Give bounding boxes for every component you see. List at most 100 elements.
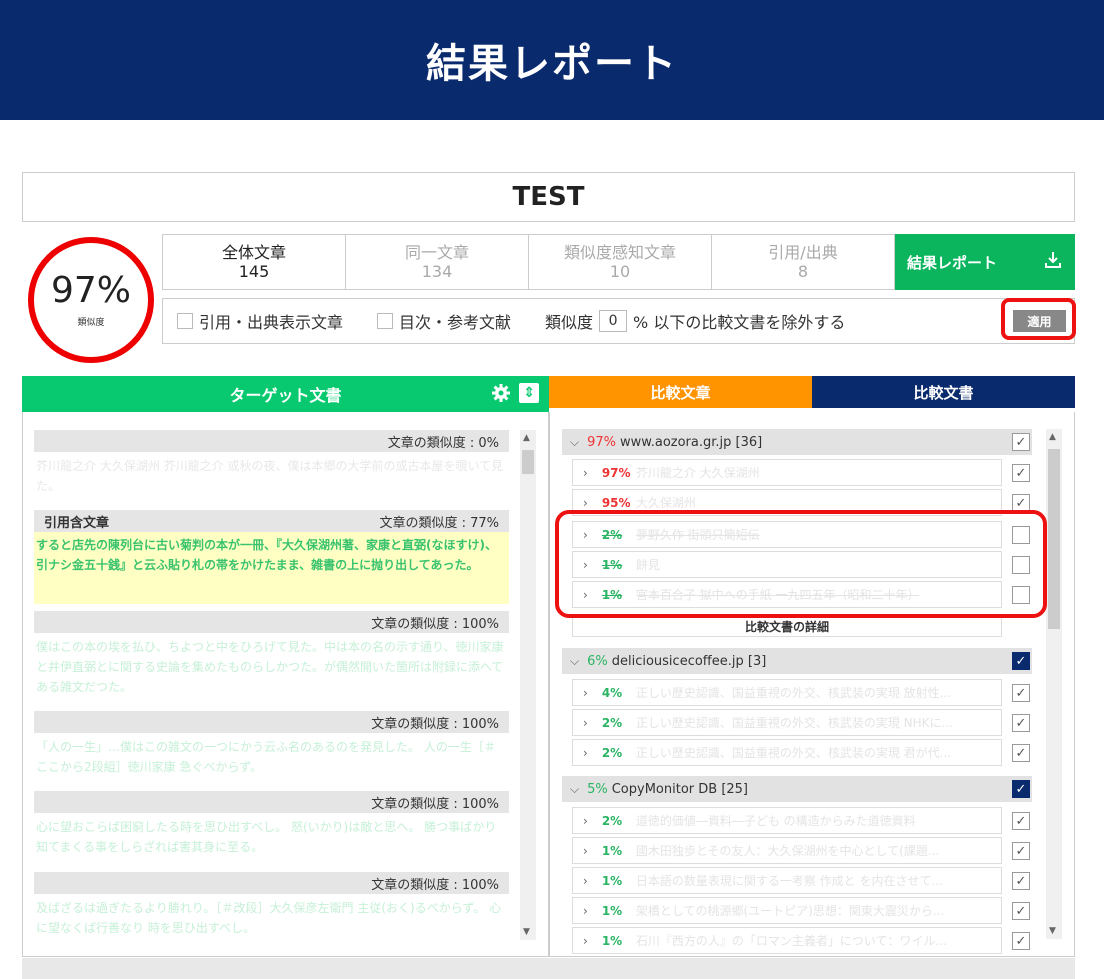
toc-checkbox[interactable] — [377, 313, 394, 329]
stat-label: 引用/出典 — [768, 242, 838, 262]
source-checkbox[interactable]: ✓ — [1012, 433, 1030, 451]
sentence-block-header: 引用含文章 文章の類似度 : 77% — [34, 510, 509, 532]
chevron-down-icon[interactable]: ⌵ — [570, 782, 579, 797]
item-checkbox[interactable]: ✓ — [1012, 932, 1030, 950]
compare-scrollbar[interactable]: ▲ ▼ — [1046, 429, 1062, 939]
sentence-block-text[interactable]: 芥川龍之介 大久保湖州 芥川龍之介 或秋の夜、僕は本郷の大学前の或古本屋を覗いて… — [34, 456, 509, 496]
source-item[interactable]: › 4% 正しい歴史認識、国益重視の外交、核武装の実現 放射性... — [572, 679, 1002, 706]
chevron-right-icon[interactable]: › — [583, 814, 588, 828]
block-similarity: 文章の類似度 : 77% — [379, 515, 499, 531]
stat-total-sentences[interactable]: 全体文章 145 — [163, 235, 346, 289]
source-item[interactable]: › 1% 架橋としての桃源郷(ユートピア)思想：関東大震災から... — [572, 897, 1002, 924]
sentence-block-text[interactable]: 「人の一生」…僕はこの雑文の一つにかう云ふ名のあるのを発見した。 人の一生［＃こ… — [34, 737, 509, 777]
quoted-sentence-text[interactable]: すると店先の陳列台に古い菊判の本が一冊、『大久保湖州著、家康と直弼(なほすけ)、… — [34, 532, 509, 604]
source-group-header[interactable]: ⌵ 97% www.aozora.gr.jp [36] — [562, 429, 1032, 455]
source-item[interactable]: › 1% 石川『西方の人』の「ロマン主義者」について：ワイル... — [572, 927, 1002, 954]
block-label: 引用含文章 — [44, 515, 110, 531]
source-item[interactable]: › 2% 正しい歴史認識、国益重視の外交、核武装の実現 君が代... — [572, 739, 1002, 766]
item-checkbox[interactable]: ✓ — [1012, 812, 1030, 830]
stat-similar-sentences[interactable]: 類似度感知文章 10 — [529, 235, 712, 289]
stat-value: 8 — [797, 262, 809, 281]
block-similarity: 文章の類似度 : 100% — [371, 877, 499, 893]
source-item[interactable]: › 97% 芥川龍之介 大久保湖州 — [572, 459, 1002, 486]
item-title: 國木田独歩とその友人：大久保湖州を中心として(課題... — [635, 844, 940, 858]
block-similarity: 文章の類似度 : 100% — [371, 616, 499, 632]
item-checkbox[interactable]: ✓ — [1012, 684, 1030, 702]
chevron-right-icon[interactable]: › — [583, 716, 588, 730]
chevron-down-icon[interactable]: ⌵ — [570, 435, 579, 450]
item-title: 大久保湖州 — [635, 496, 696, 510]
scroll-up-icon[interactable]: ▲ — [1049, 432, 1056, 442]
item-title: 石川『西方の人』の「ロマン主義者」について：ワイル... — [635, 934, 947, 948]
sentence-block-text[interactable]: 及ばざるは過ぎたるより勝れり。［＃改段］大久保彦左衛門 主従(おく)るべからず。… — [34, 898, 509, 938]
source-group-header[interactable]: ⌵ 6% deliciousicecoffee.jp [3] — [562, 648, 1032, 674]
source-item[interactable]: › 2% 道徳的価値―資料―子ども の構造からみた道徳資料 — [572, 807, 1002, 834]
source-checkbox[interactable]: ✓ — [1012, 652, 1030, 670]
tab-compare-sentence[interactable]: 比較文章 — [549, 376, 812, 408]
source-item[interactable]: › 2% 正しい歴史認識、国益重視の外交、核武装の実現 NHKに... — [572, 709, 1002, 736]
target-document-header: ターゲット文書 ⇕ — [22, 376, 549, 412]
sentence-block-text[interactable]: 心に望おこらば困窮したる時を思ひ出すべし。 怒(いかり)は敵と思へ。 勝つ事ばか… — [34, 817, 509, 857]
toc-filter[interactable]: 目次・参考文献 — [377, 309, 511, 333]
source-percent: 5% — [587, 781, 608, 797]
chevron-right-icon[interactable]: › — [583, 934, 588, 948]
item-percent: 4% — [601, 685, 623, 700]
item-checkbox[interactable]: ✓ — [1012, 842, 1030, 860]
scrollbar-thumb[interactable] — [1048, 449, 1060, 629]
tab-compare-document[interactable]: 比較文書 — [812, 376, 1075, 408]
chevron-right-icon[interactable]: › — [583, 904, 588, 918]
stat-identical-sentences[interactable]: 同一文章 134 — [346, 235, 529, 289]
similarity-threshold-input[interactable]: 0 — [599, 310, 628, 332]
source-group-header[interactable]: ⌵ 5% CopyMonitor DB [25] — [562, 776, 1032, 802]
report-button-label: 結果レポート — [907, 253, 998, 272]
item-percent: 95% — [601, 495, 631, 510]
scrollbar-thumb[interactable] — [522, 450, 534, 474]
item-title: 道徳的価値―資料―子ども の構造からみた道徳資料 — [635, 814, 916, 828]
download-report-button[interactable]: 結果レポート — [895, 234, 1075, 290]
item-percent: 2% — [601, 813, 623, 828]
citation-filter[interactable]: 引用・出典表示文章 — [177, 309, 343, 333]
item-checkbox[interactable]: ✓ — [1012, 902, 1030, 920]
stat-value: 134 — [421, 262, 453, 281]
item-percent: 2% — [601, 745, 623, 760]
source-item[interactable]: › 1% 國木田独歩とその友人：大久保湖州を中心として(課題... — [572, 837, 1002, 864]
chevron-right-icon[interactable]: › — [583, 466, 588, 480]
stat-citations[interactable]: 引用/出典 8 — [712, 235, 894, 289]
chevron-right-icon[interactable]: › — [583, 686, 588, 700]
document-detail-button[interactable]: 比較文書の詳細 — [572, 615, 1002, 637]
citation-checkbox[interactable] — [177, 313, 193, 329]
scroll-down-icon[interactable]: ▼ — [1049, 926, 1056, 936]
scroll-up-icon[interactable]: ▲ — [523, 433, 530, 443]
bottom-bar — [22, 958, 1075, 979]
source-item[interactable]: › 1% 日本語の数量表現に関する一考察 作成と を内在させて... — [572, 867, 1002, 894]
chevron-right-icon[interactable]: › — [583, 746, 588, 760]
similarity-suffix: % 以下の比較文書を除外する — [633, 313, 846, 332]
item-checkbox[interactable]: ✓ — [1012, 714, 1030, 732]
item-title: 日本語の数量表現に関する一考察 作成と を内在させて... — [635, 874, 943, 888]
item-percent: 97% — [601, 465, 631, 480]
source-name: deliciousicecoffee.jp [3] — [611, 653, 767, 669]
expand-collapse-icon[interactable]: ⇕ — [519, 383, 539, 403]
source-checkbox[interactable]: ✓ — [1012, 780, 1030, 798]
similarity-prefix: 類似度 — [545, 313, 594, 332]
apply-button[interactable]: 適用 — [1013, 310, 1066, 332]
sentence-block-text[interactable]: 僕はこの本の埃を払ひ、ちよつと中をひろげて見た。中は本の名の示す通り、徳川家康と… — [34, 637, 509, 697]
scroll-down-icon[interactable]: ▼ — [523, 927, 530, 937]
chevron-down-icon[interactable]: ⌵ — [570, 654, 579, 669]
item-title: 架橋としての桃源郷(ユートピア)思想：関東大震災から... — [635, 904, 945, 918]
stat-value: 145 — [238, 262, 270, 281]
item-checkbox[interactable]: ✓ — [1012, 872, 1030, 890]
item-checkbox[interactable]: ✓ — [1012, 464, 1030, 482]
download-icon — [1043, 250, 1063, 274]
source-percent: 6% — [587, 653, 608, 669]
chevron-right-icon[interactable]: › — [583, 496, 588, 510]
chevron-right-icon[interactable]: › — [583, 844, 588, 858]
page-header: 結果レポート — [0, 0, 1104, 120]
target-scrollbar[interactable]: ▲ ▼ — [520, 430, 536, 940]
item-title: 芥川龍之介 大久保湖州 — [635, 466, 760, 480]
item-checkbox[interactable]: ✓ — [1012, 744, 1030, 762]
chevron-right-icon[interactable]: › — [583, 874, 588, 888]
item-percent: 2% — [601, 715, 623, 730]
item-title: 正しい歴史認識、国益重視の外交、核武装の実現 君が代... — [635, 746, 952, 760]
gear-icon[interactable] — [491, 383, 511, 407]
